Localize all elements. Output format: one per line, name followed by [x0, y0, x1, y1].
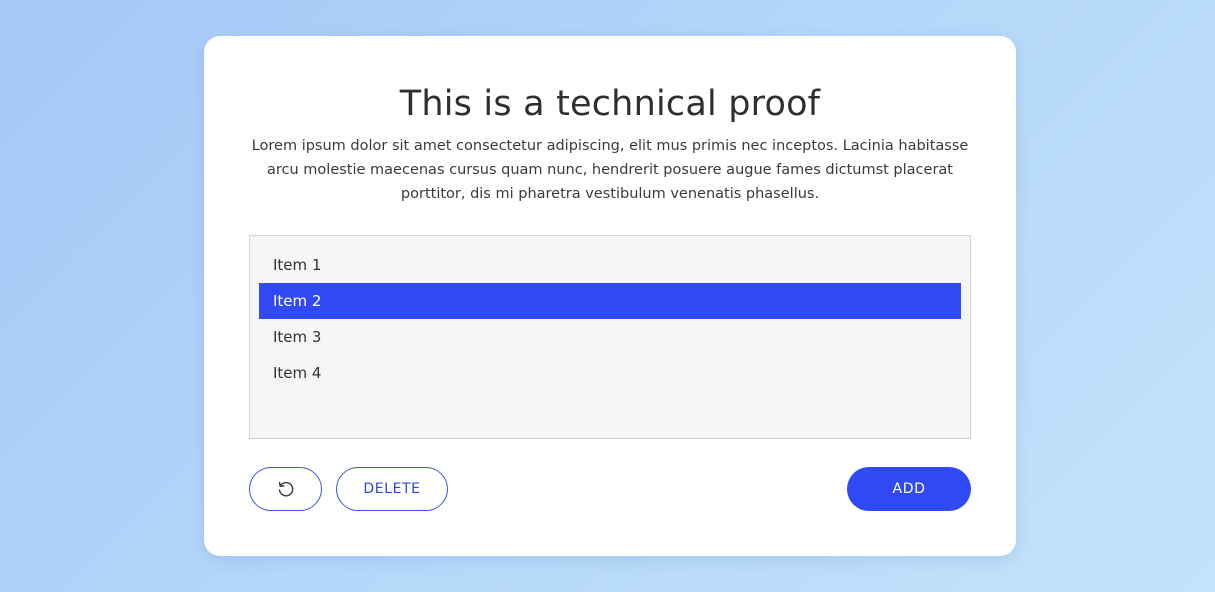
page-title: This is a technical proof	[399, 84, 821, 124]
list-item[interactable]: Item 2	[259, 283, 961, 319]
reset-button[interactable]	[249, 467, 322, 511]
delete-button[interactable]: DELETE	[336, 467, 448, 511]
list-item[interactable]: Item 1	[259, 247, 961, 283]
card: This is a technical proof Lorem ipsum do…	[204, 36, 1016, 556]
list-item[interactable]: Item 4	[259, 355, 961, 391]
reset-icon	[276, 479, 296, 499]
item-listbox[interactable]: Item 1 Item 2 Item 3 Item 4	[249, 235, 971, 439]
description-text: Lorem ipsum dolor sit amet consectetur a…	[251, 138, 969, 202]
list-item[interactable]: Item 3	[259, 319, 961, 355]
add-button[interactable]: ADD	[847, 467, 971, 511]
